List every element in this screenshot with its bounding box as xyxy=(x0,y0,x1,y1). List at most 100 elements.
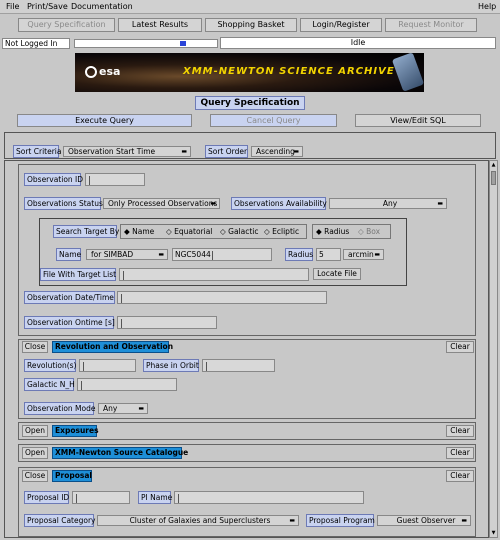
menu-bar: File Print/Save Documentation Help xyxy=(0,0,500,14)
scrollbar-thumb[interactable] xyxy=(491,171,496,185)
observation-ontime-input[interactable] xyxy=(117,316,217,329)
observation-ontime-label: Observation Ontime [s] xyxy=(24,316,115,329)
proposal-id-input[interactable] xyxy=(72,491,130,504)
radius-value: 5 xyxy=(319,250,324,259)
file-target-list-label: File With Target List xyxy=(40,268,116,281)
proposal-category-label: Proposal Category xyxy=(24,514,95,527)
file-target-list-input[interactable] xyxy=(119,268,309,281)
radio-equatorial[interactable]: ◇ Equatorial xyxy=(166,227,212,236)
name-resolver-select[interactable]: for SIMBAD ▬ xyxy=(86,249,168,260)
scroll-up-icon[interactable]: ▲ xyxy=(490,161,497,169)
view-edit-sql-button[interactable]: View/Edit SQL xyxy=(355,114,481,127)
observations-availability-value: Any xyxy=(382,199,398,208)
chevron-down-icon: ▬ xyxy=(289,517,295,524)
sort-criteria-label: Sort Criteria xyxy=(13,145,61,158)
radio-name[interactable]: ◆ Name xyxy=(124,227,154,236)
scroll-down-icon[interactable]: ▼ xyxy=(490,529,497,537)
phase-in-orbit-input[interactable] xyxy=(202,359,275,372)
galactic-nh-input[interactable] xyxy=(77,378,177,391)
radius-unit-value: arcmin xyxy=(348,250,374,259)
observation-id-input[interactable] xyxy=(85,173,145,186)
observation-id-label: Observation ID xyxy=(24,173,83,186)
chevron-down-icon: ▬ xyxy=(181,148,187,155)
name-resolver-value: for SIMBAD xyxy=(91,250,134,259)
observation-mode-value: Any xyxy=(103,404,118,413)
search-target-by-label: Search Target By xyxy=(53,225,119,238)
execute-query-button[interactable]: Execute Query xyxy=(17,114,192,127)
target-name-input[interactable]: NGC5044 xyxy=(172,248,272,261)
request-monitor-tab[interactable]: Request Monitor xyxy=(385,18,477,32)
vertical-scrollbar[interactable]: ▲ ▼ xyxy=(489,160,498,538)
catalogue-clear-button[interactable]: Clear xyxy=(446,447,474,459)
login-status: Not Logged In xyxy=(2,38,70,49)
sort-criteria-value: Observation Start Time xyxy=(68,147,156,156)
catalogue-open-button[interactable]: Open xyxy=(22,447,48,459)
locate-file-button[interactable]: Locate File xyxy=(313,268,361,280)
cancel-query-button[interactable]: Cancel Query xyxy=(210,114,337,127)
radio-galactic-label: Galactic xyxy=(228,227,259,236)
radio-box[interactable]: ◇ Box xyxy=(358,227,380,236)
esa-logo-text: esa xyxy=(99,65,121,78)
name-label: Name xyxy=(56,248,81,261)
page-title: Query Specification xyxy=(195,96,305,110)
pi-name-label: PI Name xyxy=(138,491,172,504)
menu-documentation[interactable]: Documentation xyxy=(71,2,133,11)
observations-status-select[interactable]: Only Processed Observations ▬ xyxy=(103,198,220,209)
progress-bar xyxy=(74,39,218,48)
radio-galactic[interactable]: ◇ Galactic xyxy=(220,227,259,236)
satellite-icon xyxy=(391,53,424,92)
menu-file[interactable]: File xyxy=(6,2,19,11)
proposal-id-label: Proposal ID xyxy=(24,491,69,504)
revolutions-label: Revolution(s) xyxy=(24,359,76,372)
phase-in-orbit-label: Phase in Orbit xyxy=(143,359,199,372)
chevron-down-icon: ▬ xyxy=(293,148,299,155)
radio-name-label: Name xyxy=(132,227,155,236)
shopping-basket-tab[interactable]: Shopping Basket xyxy=(205,18,297,32)
chevron-down-icon: ▬ xyxy=(158,251,164,258)
revolutions-input[interactable] xyxy=(79,359,136,372)
observations-availability-label: Observations Availability xyxy=(231,197,327,210)
radio-radius-label: Radius xyxy=(324,227,350,236)
proposal-close-button[interactable]: Close xyxy=(22,470,48,482)
sort-order-select[interactable]: Ascending ▬ xyxy=(251,146,303,157)
radius-input[interactable]: 5 xyxy=(316,248,341,261)
proposal-category-select[interactable]: Cluster of Galaxies and Superclusters ▬ xyxy=(97,515,299,526)
login-register-tab[interactable]: Login/Register xyxy=(300,18,382,32)
esa-logo-icon xyxy=(85,66,97,78)
radius-label: Radius xyxy=(285,248,313,261)
query-specification-tab[interactable]: Query Specification xyxy=(18,18,115,32)
proposal-clear-button[interactable]: Clear xyxy=(446,470,474,482)
menu-help[interactable]: Help xyxy=(478,2,496,11)
banner-title: XMM-NEWTON SCIENCE ARCHIVE xyxy=(183,66,395,77)
sort-order-value: Ascending xyxy=(256,147,295,156)
catalogue-section-title: XMM-Newton Source Catalogue xyxy=(52,447,188,459)
chevron-down-icon: ▬ xyxy=(210,200,216,207)
radio-radius[interactable]: ◆ Radius xyxy=(316,227,349,236)
exposures-clear-button[interactable]: Clear xyxy=(446,425,474,437)
state-indicator: Idle xyxy=(220,37,496,49)
revolution-section-title: Revolution and Observation xyxy=(52,341,173,353)
exposures-section-title: Exposures xyxy=(52,425,99,437)
pi-name-input[interactable] xyxy=(174,491,364,504)
proposal-program-value: Guest Observer xyxy=(396,516,456,525)
observations-status-label: Observations Status xyxy=(24,197,103,210)
latest-results-tab[interactable]: Latest Results xyxy=(118,18,202,32)
exposures-open-button[interactable]: Open xyxy=(22,425,48,437)
chevron-down-icon: ▬ xyxy=(138,405,144,412)
observation-mode-label: Observation Mode xyxy=(24,402,96,415)
proposal-category-value: Cluster of Galaxies and Superclusters xyxy=(129,516,271,525)
observations-availability-select[interactable]: Any ▬ xyxy=(329,198,447,209)
observation-date-input[interactable] xyxy=(117,291,327,304)
radio-ecliptic[interactable]: ◇ Ecliptic xyxy=(264,227,299,236)
observation-mode-select[interactable]: Any ▬ xyxy=(98,403,148,414)
proposal-program-select[interactable]: Guest Observer ▬ xyxy=(377,515,471,526)
sort-criteria-select[interactable]: Observation Start Time ▬ xyxy=(63,146,191,157)
radius-unit-select[interactable]: arcmin ▬ xyxy=(343,249,384,260)
observation-date-label: Observation Date/Time xyxy=(24,291,115,304)
sort-order-label: Sort Order xyxy=(205,145,248,158)
menu-print-save[interactable]: Print/Save xyxy=(27,2,68,11)
revolution-close-button[interactable]: Close xyxy=(22,341,48,353)
revolution-clear-button[interactable]: Clear xyxy=(446,341,474,353)
observations-status-value: Only Processed Observations xyxy=(108,199,218,208)
proposal-program-label: Proposal Program xyxy=(306,514,375,527)
